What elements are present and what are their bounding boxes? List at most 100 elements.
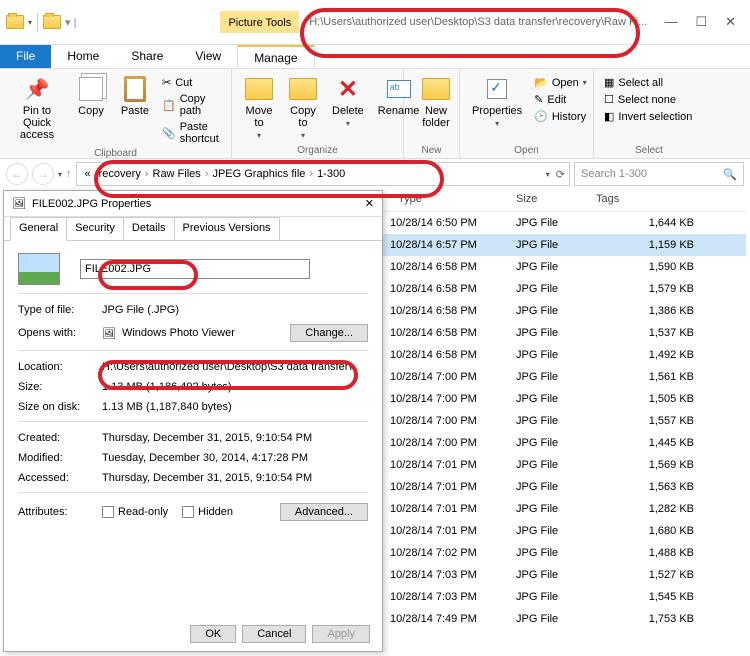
hidden-checkbox[interactable]: Hidden bbox=[182, 506, 233, 518]
paste-shortcut-button[interactable]: 📎Paste shortcut bbox=[160, 120, 223, 146]
prop-tab-general[interactable]: General bbox=[10, 217, 67, 241]
col-type[interactable]: Type bbox=[390, 193, 508, 211]
cell-date: 10/28/14 7:03 PM bbox=[382, 569, 508, 581]
delete-button[interactable]: ✕ Delete▾ bbox=[328, 73, 368, 130]
prop-tab-previous-versions[interactable]: Previous Versions bbox=[174, 217, 280, 240]
search-input[interactable]: Search 1-300 🔍 bbox=[574, 162, 744, 186]
col-tags[interactable]: Tags bbox=[588, 193, 628, 211]
prop-tab-security[interactable]: Security bbox=[66, 217, 124, 240]
select-none-button[interactable]: ☐Select none bbox=[602, 92, 694, 107]
minimize-button[interactable]: — bbox=[664, 14, 677, 30]
location-value: H:\Users\authorized user\Desktop\S3 data… bbox=[102, 361, 368, 373]
table-row[interactable]: 10/28/14 7:03 PMJPG File1,545 KB bbox=[382, 586, 746, 608]
table-row[interactable]: 10/28/14 6:50 PMJPG File1,644 KB bbox=[382, 212, 746, 234]
cell-type: JPG File bbox=[508, 239, 626, 251]
table-row[interactable]: 10/28/14 7:00 PMJPG File1,557 KB bbox=[382, 410, 746, 432]
cut-button[interactable]: ✂Cut bbox=[160, 75, 223, 90]
advanced-button[interactable]: Advanced... bbox=[280, 503, 368, 521]
table-row[interactable]: 10/28/14 6:57 PMJPG File1,159 KB bbox=[382, 234, 746, 256]
modified-label: Modified: bbox=[18, 452, 102, 464]
table-row[interactable]: 10/28/14 6:58 PMJPG File1,492 KB bbox=[382, 344, 746, 366]
cell-type: JPG File bbox=[508, 283, 626, 295]
ok-button[interactable]: OK bbox=[190, 625, 236, 643]
context-tab-picture-tools[interactable]: Picture Tools bbox=[220, 11, 299, 33]
table-row[interactable]: 10/28/14 7:01 PMJPG File1,282 KB bbox=[382, 498, 746, 520]
cell-date: 10/28/14 6:50 PM bbox=[382, 217, 508, 229]
filename-input[interactable] bbox=[80, 259, 310, 279]
table-row[interactable]: 10/28/14 7:01 PMJPG File1,563 KB bbox=[382, 476, 746, 498]
edit-button[interactable]: ✎Edit bbox=[532, 92, 589, 107]
col-size[interactable]: Size bbox=[508, 193, 588, 211]
col-date[interactable] bbox=[382, 193, 390, 211]
address-bar[interactable]: « recovery› Raw Files› JPEG Graphics fil… bbox=[76, 162, 570, 186]
breadcrumb-recovery[interactable]: recovery bbox=[95, 168, 145, 180]
qat-dropdown-icon[interactable]: ▾ bbox=[28, 18, 32, 27]
nav-back-button[interactable]: ← bbox=[6, 163, 28, 185]
cell-size: 1,753 KB bbox=[626, 613, 706, 625]
move-to-button[interactable]: Move to▾ bbox=[240, 73, 278, 142]
tab-home[interactable]: Home bbox=[51, 45, 115, 68]
maximize-button[interactable]: ☐ bbox=[695, 14, 707, 30]
tab-view[interactable]: View bbox=[179, 45, 237, 68]
refresh-button[interactable]: ⟳ bbox=[556, 168, 565, 181]
table-row[interactable]: 10/28/14 7:01 PMJPG File1,569 KB bbox=[382, 454, 746, 476]
pin-icon: 📌 bbox=[22, 75, 52, 103]
breadcrumb-prefix[interactable]: « bbox=[81, 168, 95, 180]
paste-button[interactable]: Paste bbox=[116, 73, 154, 119]
table-row[interactable]: 10/28/14 7:01 PMJPG File1,680 KB bbox=[382, 520, 746, 542]
readonly-checkbox[interactable]: Read-only bbox=[102, 506, 168, 518]
table-row[interactable]: 10/28/14 6:58 PMJPG File1,579 KB bbox=[382, 278, 746, 300]
table-row[interactable]: 10/28/14 7:00 PMJPG File1,445 KB bbox=[382, 432, 746, 454]
tab-manage[interactable]: Manage bbox=[237, 45, 314, 68]
nav-forward-button[interactable]: → bbox=[32, 163, 54, 185]
folder-icon[interactable] bbox=[6, 15, 24, 29]
table-row[interactable]: 10/28/14 7:49 PMJPG File1,753 KB bbox=[382, 608, 746, 630]
dialog-close-button[interactable]: ✕ bbox=[365, 197, 374, 210]
history-button[interactable]: 🕑History bbox=[532, 109, 589, 124]
move-icon bbox=[245, 78, 273, 100]
search-placeholder: Search 1-300 bbox=[581, 168, 647, 180]
copy-icon bbox=[79, 77, 103, 101]
table-row[interactable]: 10/28/14 7:00 PMJPG File1,561 KB bbox=[382, 366, 746, 388]
file-list[interactable]: Type Size Tags 10/28/14 6:50 PMJPG File1… bbox=[382, 190, 746, 652]
prop-tab-details[interactable]: Details bbox=[123, 217, 175, 240]
address-dropdown-icon[interactable]: ▾ bbox=[546, 170, 550, 179]
cancel-button[interactable]: Cancel bbox=[242, 625, 306, 643]
cell-size: 1,590 KB bbox=[626, 261, 706, 273]
copy-path-button[interactable]: 📋Copy path bbox=[160, 92, 223, 118]
folder-icon[interactable] bbox=[43, 15, 61, 29]
table-row[interactable]: 10/28/14 6:58 PMJPG File1,386 KB bbox=[382, 300, 746, 322]
group-clipboard-label: Clipboard bbox=[8, 146, 223, 159]
table-row[interactable]: 10/28/14 7:03 PMJPG File1,527 KB bbox=[382, 564, 746, 586]
nav-up-button[interactable]: ↑ bbox=[66, 168, 72, 180]
tab-file[interactable]: File bbox=[0, 45, 51, 68]
modified-value: Tuesday, December 30, 2014, 4:17:28 PM bbox=[102, 452, 368, 464]
breadcrumb-1-300[interactable]: 1-300 bbox=[313, 168, 349, 180]
cell-date: 10/28/14 7:49 PM bbox=[382, 613, 508, 625]
breadcrumb-jpeg[interactable]: JPEG Graphics file bbox=[208, 168, 309, 180]
file-thumbnail bbox=[18, 253, 60, 285]
nav-recent-button[interactable]: ▾ bbox=[58, 170, 62, 179]
table-row[interactable]: 10/28/14 7:02 PMJPG File1,488 KB bbox=[382, 542, 746, 564]
cell-type: JPG File bbox=[508, 569, 626, 581]
cell-size: 1,563 KB bbox=[626, 481, 706, 493]
pin-to-quick-access-button[interactable]: 📌 Pin to Quick access bbox=[8, 73, 66, 143]
properties-button[interactable]: Properties▾ bbox=[468, 73, 526, 130]
table-row[interactable]: 10/28/14 6:58 PMJPG File1,590 KB bbox=[382, 256, 746, 278]
cell-type: JPG File bbox=[508, 503, 626, 515]
history-icon: 🕑 bbox=[534, 110, 548, 123]
select-all-button[interactable]: ▦Select all bbox=[602, 75, 694, 90]
invert-selection-button[interactable]: ◧Invert selection bbox=[602, 109, 694, 124]
path-icon: 📋 bbox=[162, 99, 176, 112]
open-button[interactable]: 📂Open ▾ bbox=[532, 75, 589, 90]
table-row[interactable]: 10/28/14 6:58 PMJPG File1,537 KB bbox=[382, 322, 746, 344]
tab-share[interactable]: Share bbox=[115, 45, 179, 68]
copy-button[interactable]: Copy bbox=[72, 73, 110, 119]
apply-button[interactable]: Apply bbox=[312, 625, 370, 643]
new-folder-button[interactable]: New folder bbox=[412, 73, 460, 131]
table-row[interactable]: 10/28/14 7:00 PMJPG File1,505 KB bbox=[382, 388, 746, 410]
breadcrumb-rawfiles[interactable]: Raw Files bbox=[149, 168, 205, 180]
change-button[interactable]: Change... bbox=[290, 324, 368, 342]
close-button[interactable]: ✕ bbox=[725, 14, 736, 30]
copy-to-button[interactable]: Copy to▾ bbox=[284, 73, 322, 142]
